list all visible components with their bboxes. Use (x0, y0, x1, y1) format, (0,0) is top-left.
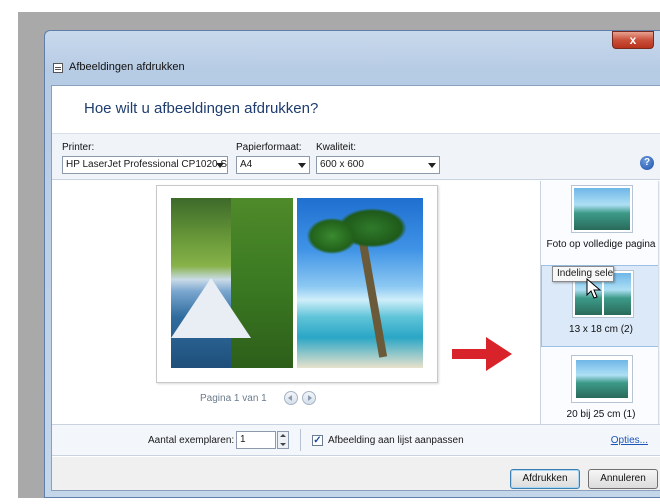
thumbnail-image (574, 188, 630, 230)
printer-icon (53, 63, 63, 73)
chevron-down-icon (216, 163, 224, 168)
cancel-button[interactable]: Annuleren (588, 469, 658, 489)
thumbnail-image (576, 360, 628, 398)
paper-size-select-value: A4 (240, 159, 253, 170)
title-bar: x Afbeeldingen afdrukken (45, 31, 660, 85)
red-arrow-shape (452, 337, 512, 371)
dialog-footer: Afdrukken Annuleren (52, 457, 660, 490)
copies-label: Aantal exemplaren: (148, 435, 235, 446)
photo-palm-leaves-2 (307, 218, 357, 254)
layout-thumbnail (571, 355, 633, 403)
fit-picture-label: Afbeelding aan lijst aanpassen (328, 435, 464, 446)
copies-bar: Aantal exemplaren: 1 ✓ Afbeelding aan li… (52, 424, 660, 456)
preview-page (156, 185, 438, 383)
printer-label: Printer: (62, 142, 95, 153)
page-indicator: Pagina 1 van 1 (200, 393, 267, 404)
divider (300, 429, 301, 451)
fit-picture-checkbox[interactable]: ✓ (312, 435, 323, 446)
print-preview-area: Pagina 1 van 1 (52, 181, 538, 421)
dialog-client-area: Hoe wilt u afbeeldingen afdrukken? Print… (51, 85, 660, 491)
red-arrow-icon (452, 337, 512, 371)
chevron-down-icon (298, 163, 306, 168)
copies-input[interactable]: 1 (236, 431, 276, 449)
printer-select-value: HP LaserJet Professional CP1020 S (66, 159, 228, 170)
chevron-down-icon (428, 163, 436, 168)
layout-label: 20 bij 25 cm (1) (566, 409, 636, 420)
mouse-cursor-icon (586, 278, 602, 299)
help-icon[interactable]: ? (640, 156, 654, 170)
layout-list[interactable]: Foto op volledige pagina 13 x 18 cm (2) … (540, 181, 660, 424)
print-options-bar: Printer: HP LaserJet Professional CP1020… (52, 134, 660, 180)
window-title: Afbeeldingen afdrukken (69, 61, 185, 73)
layout-label: 13 x 18 cm (2) (569, 324, 633, 335)
layout-label: Foto op volledige pagina (546, 239, 656, 250)
layout-item-20x25[interactable]: 20 bij 25 cm (1) (541, 351, 660, 424)
options-link[interactable]: Opties... (611, 435, 648, 446)
paper-size-select[interactable]: A4 (236, 156, 310, 174)
photo-mountain (171, 278, 251, 338)
paper-size-label: Papierformaat: (236, 142, 302, 153)
page-title: Hoe wilt u afbeeldingen afdrukken? (84, 100, 319, 117)
close-icon: x (629, 33, 637, 47)
print-button[interactable]: Afdrukken (510, 469, 580, 489)
close-button[interactable]: x (612, 31, 654, 49)
quality-select[interactable]: 600 x 600 (316, 156, 440, 174)
quality-select-value: 600 x 600 (320, 159, 364, 170)
dialog-header: Hoe wilt u afbeeldingen afdrukken? (52, 86, 660, 134)
layout-tooltip: Indeling selec (552, 266, 614, 282)
arrow-right-icon[interactable] (302, 391, 316, 405)
arrow-left-icon[interactable] (284, 391, 298, 405)
cursor-shape (586, 278, 602, 299)
layout-item-full-page[interactable]: Foto op volledige pagina (541, 181, 660, 263)
quality-label: Kwaliteit: (316, 142, 357, 153)
preview-photo-mountain-lake (171, 198, 293, 368)
layout-thumbnail (571, 185, 633, 233)
copies-stepper[interactable] (277, 431, 289, 449)
preview-photo-palm-beach (297, 198, 423, 368)
printer-select[interactable]: HP LaserJet Professional CP1020 S (62, 156, 228, 174)
print-pictures-dialog: x Afbeeldingen afdrukken Hoe wilt u afbe… (44, 30, 660, 498)
